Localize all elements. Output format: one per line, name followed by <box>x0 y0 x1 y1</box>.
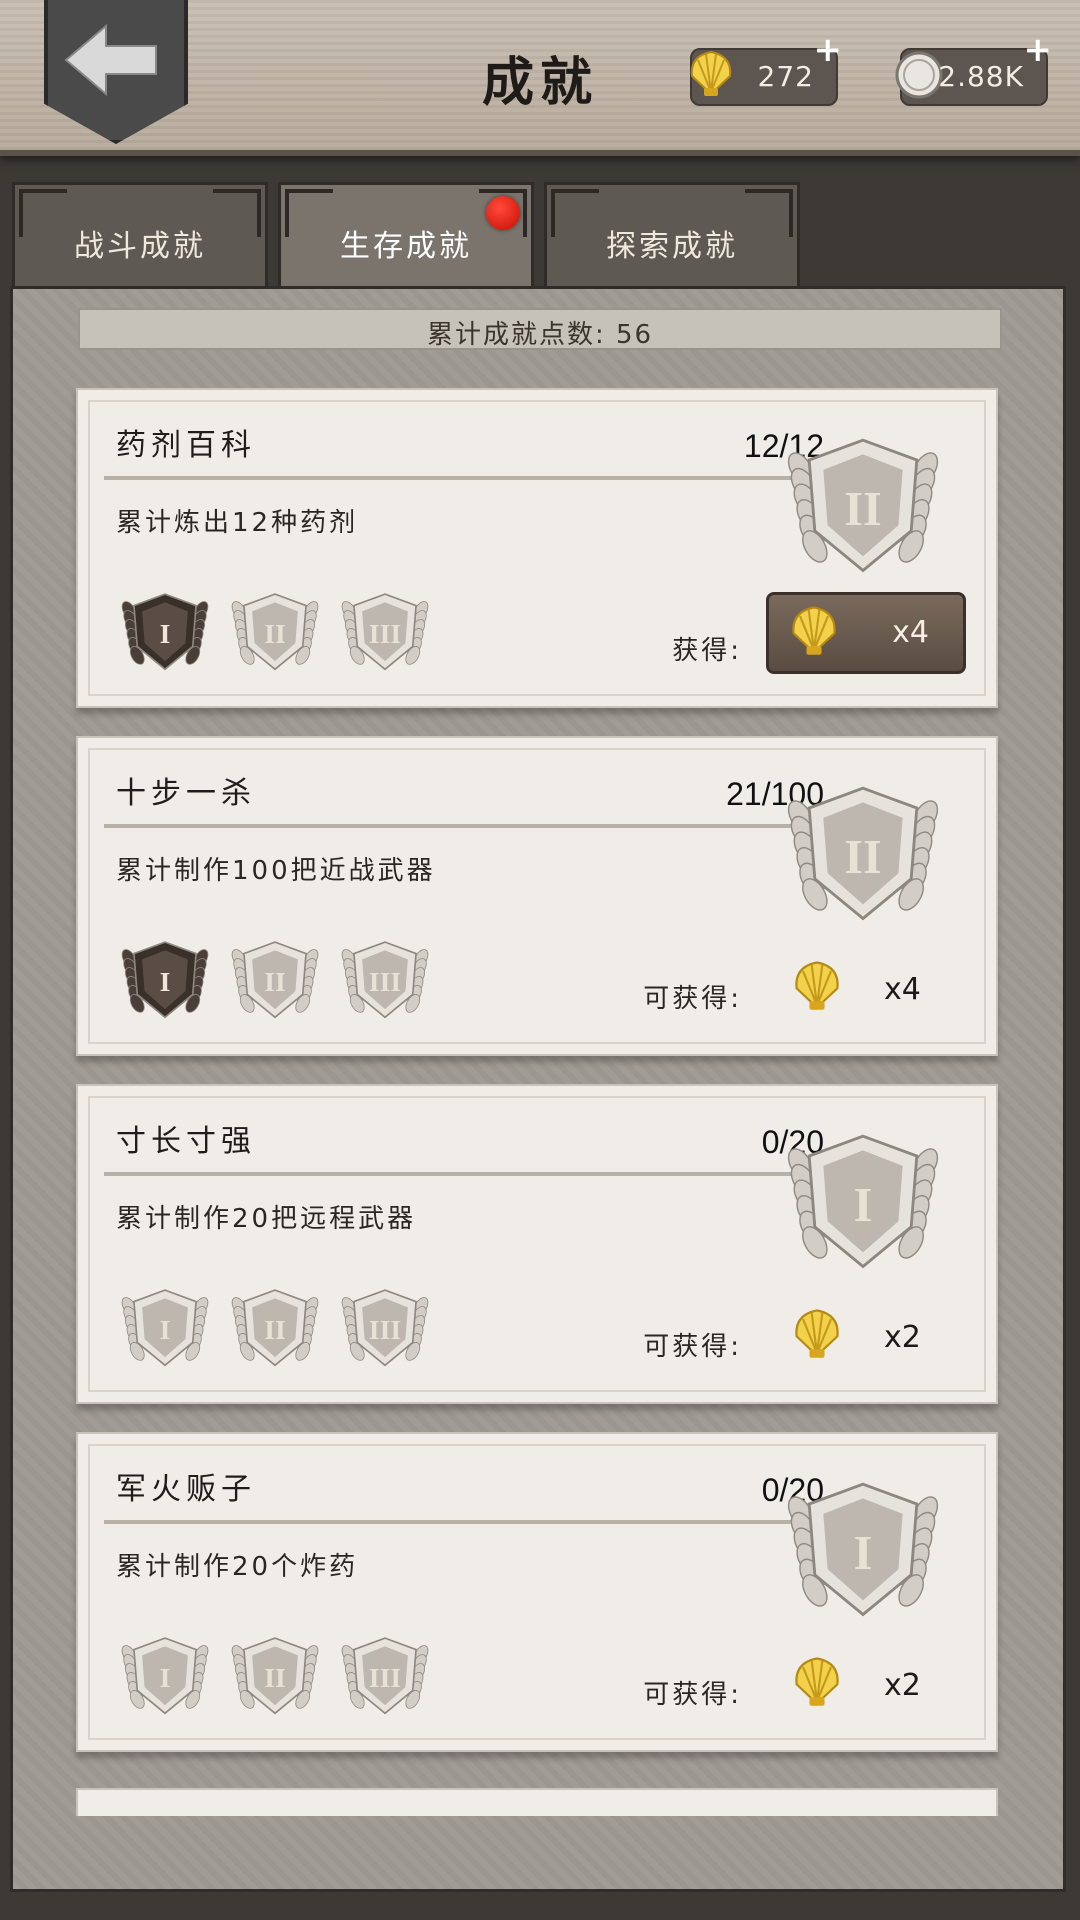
svg-text:I: I <box>160 1315 171 1346</box>
achievement-card: 药剂百科 12/12 累计炼出12种药剂 II I II III 获得: x4 <box>76 388 998 708</box>
divider <box>104 1172 826 1176</box>
svg-text:III: III <box>369 1663 401 1694</box>
achievement-points-bar: 累计成就点数: 56 <box>78 308 1002 350</box>
shell-icon <box>788 1652 846 1714</box>
reward-count: x2 <box>884 1320 921 1355</box>
achievement-description: 累计制作20个炸药 <box>116 1552 359 1582</box>
achievement-progress: 12/12 <box>743 428 824 464</box>
shell-icon <box>785 601 843 663</box>
svg-text:II: II <box>844 831 881 884</box>
coin-currency: 2.88K + <box>895 30 1052 106</box>
tier-medals: I II III <box>116 1630 446 1732</box>
achievement-card: 寸长寸强 0/20 累计制作20把远程武器 I I II III 可获得: x2 <box>76 1084 998 1404</box>
tier-medal-icon: II <box>226 586 324 688</box>
achievement-description: 累计炼出12种药剂 <box>116 508 359 538</box>
tier-medal-icon: II <box>226 934 324 1036</box>
add-coins-button[interactable]: + <box>1024 30 1053 70</box>
achievement-progress: 21/100 <box>726 776 824 812</box>
tab-label: 战斗成就 <box>74 229 206 264</box>
svg-text:III: III <box>369 967 401 998</box>
svg-text:I: I <box>160 967 171 998</box>
current-tier-medal-icon: II <box>778 426 948 600</box>
shell-count: 272 <box>757 60 814 93</box>
shell-currency: 272 + <box>690 30 842 106</box>
divider <box>104 476 826 480</box>
achievement-progress: 0/20 <box>761 1124 824 1160</box>
claim-reward-button[interactable]: x4 <box>766 592 966 674</box>
reward-label: 可获得: <box>643 984 742 1014</box>
tier-medals: I II III <box>116 586 446 688</box>
tier-medal-icon: III <box>336 1630 434 1732</box>
tab-combat[interactable]: 战斗成就 <box>12 182 268 286</box>
tab-label: 探索成就 <box>606 229 738 264</box>
achievement-points-text: 累计成就点数: 56 <box>426 320 654 350</box>
achievement-progress: 0/20 <box>761 1472 824 1508</box>
svg-text:II: II <box>264 967 286 998</box>
tab-exploration[interactable]: 探索成就 <box>544 182 800 286</box>
achievement-name: 十步一杀 <box>116 776 256 811</box>
reward-label: 可获得: <box>643 1332 742 1362</box>
tier-medal-icon: III <box>336 1282 434 1384</box>
svg-text:II: II <box>264 1663 286 1694</box>
achievement-name: 军火贩子 <box>116 1472 256 1507</box>
svg-text:II: II <box>264 1315 286 1346</box>
shell-icon <box>690 50 732 96</box>
notification-dot <box>486 196 520 230</box>
tier-medal-icon: II <box>226 1282 324 1384</box>
tier-medal-icon: I <box>116 586 214 688</box>
tier-medal-icon: I <box>116 1282 214 1384</box>
tier-medals: I II III <box>116 1282 446 1384</box>
svg-text:II: II <box>264 619 286 650</box>
shell-icon <box>788 1304 846 1366</box>
reward-label: 可获得: <box>643 1680 742 1710</box>
page-title: 成就 <box>481 53 598 113</box>
svg-text:III: III <box>369 1315 401 1346</box>
tier-medal-icon: I <box>116 1630 214 1732</box>
achievement-card-partial <box>76 1788 998 1816</box>
divider <box>104 1520 826 1524</box>
coin-count: 2.88K <box>938 60 1024 93</box>
svg-text:I: I <box>160 1663 171 1694</box>
achievement-description: 累计制作100把近战武器 <box>116 856 436 886</box>
back-arrow-icon <box>64 23 157 97</box>
add-shells-button[interactable]: + <box>814 30 843 70</box>
tier-medal-icon: III <box>336 934 434 1036</box>
svg-text:I: I <box>854 1527 873 1580</box>
achievement-name: 药剂百科 <box>116 428 256 463</box>
current-tier-medal-icon: I <box>778 1470 948 1644</box>
achievement-card: 十步一杀 21/100 累计制作100把近战武器 II I II III 可获得… <box>76 736 998 1056</box>
current-tier-medal-icon: II <box>778 774 948 948</box>
reward-count: x4 <box>892 615 929 650</box>
divider <box>104 824 826 828</box>
svg-text:III: III <box>369 619 401 650</box>
tier-medal-icon: III <box>336 586 434 688</box>
svg-text:I: I <box>854 1179 873 1232</box>
reward-count: x4 <box>884 972 921 1007</box>
achievement-name: 寸长寸强 <box>116 1124 256 1159</box>
reward-label: 获得: <box>672 636 742 666</box>
achievement-card: 军火贩子 0/20 累计制作20个炸药 I I II III 可获得: x2 <box>76 1432 998 1752</box>
svg-text:II: II <box>844 483 881 536</box>
shell-icon <box>788 956 846 1018</box>
reward-count: x2 <box>884 1668 921 1703</box>
svg-text:I: I <box>160 619 171 650</box>
tier-medals: I II III <box>116 934 446 1036</box>
tier-medal-icon: II <box>226 1630 324 1732</box>
tier-medal-icon: I <box>116 934 214 1036</box>
current-tier-medal-icon: I <box>778 1122 948 1296</box>
achievement-description: 累计制作20把远程武器 <box>116 1204 417 1234</box>
